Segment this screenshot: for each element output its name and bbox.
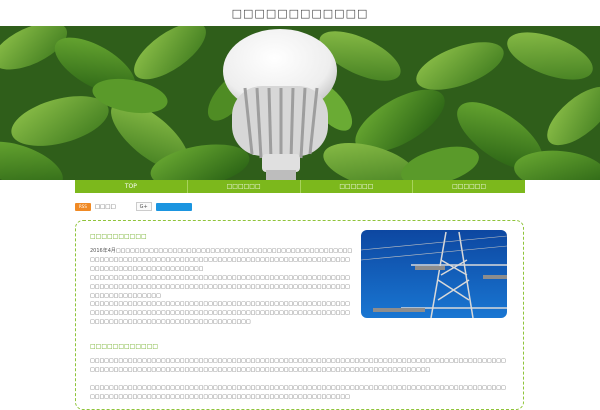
site-title[interactable]: □□□□□□□□□□□□ bbox=[232, 7, 369, 20]
article-content: □□□□□□□□□□ 2016年4月□□□□□□□□□□□□□□□□□□□□□□… bbox=[75, 220, 524, 410]
hero-banner bbox=[0, 26, 600, 180]
nav-item-top[interactable]: TOP bbox=[75, 180, 187, 193]
article-paragraph-4: □□□□□□□□□□□□□□□□□□□□□□□□□□□□□□□□□□□□□□□□… bbox=[90, 358, 506, 373]
power-tower-image bbox=[361, 230, 507, 318]
section-heading-2: □□□□□□□□□□□□ bbox=[90, 343, 159, 350]
site-header: □□□□□□□□□□□□ bbox=[0, 0, 600, 26]
nav-item-3[interactable]: □□□□□□ bbox=[299, 180, 413, 193]
article-paragraph-5: □□□□□□□□□□□□□□□□□□□□□□□□□□□□□□□□□□□□□□□□… bbox=[90, 385, 506, 400]
hero-image bbox=[0, 26, 600, 180]
share-button[interactable] bbox=[155, 202, 192, 211]
main-nav: TOP □□□□□□ □□□□□□ □□□□□□ bbox=[75, 180, 525, 193]
nav-item-4[interactable]: □□□□□□ bbox=[412, 180, 525, 193]
gplus-button[interactable]: G+ bbox=[135, 202, 152, 211]
rss-button[interactable]: RSS bbox=[75, 202, 91, 211]
article-paragraph-2: □□□□□□□□□□□□□□□□□□□□□□□□□□□□□□□□□□□□□□□□… bbox=[90, 275, 350, 299]
nav-item-2[interactable]: □□□□□□ bbox=[186, 180, 300, 193]
article-paragraph-3: □□□□□□□□□□□□□□□□□□□□□□□□□□□□□□□□□□□□□□□□… bbox=[90, 301, 350, 325]
section-heading-1: □□□□□□□□□□ bbox=[90, 233, 147, 240]
share-bar: RSS □□□□ G+ bbox=[75, 202, 192, 211]
feedly-link[interactable]: □□□□ bbox=[95, 204, 116, 210]
power-tower-photo bbox=[361, 230, 507, 318]
article-paragraph-1: 2016年4月□□□□□□□□□□□□□□□□□□□□□□□□□□□□□□□□□… bbox=[90, 248, 353, 272]
